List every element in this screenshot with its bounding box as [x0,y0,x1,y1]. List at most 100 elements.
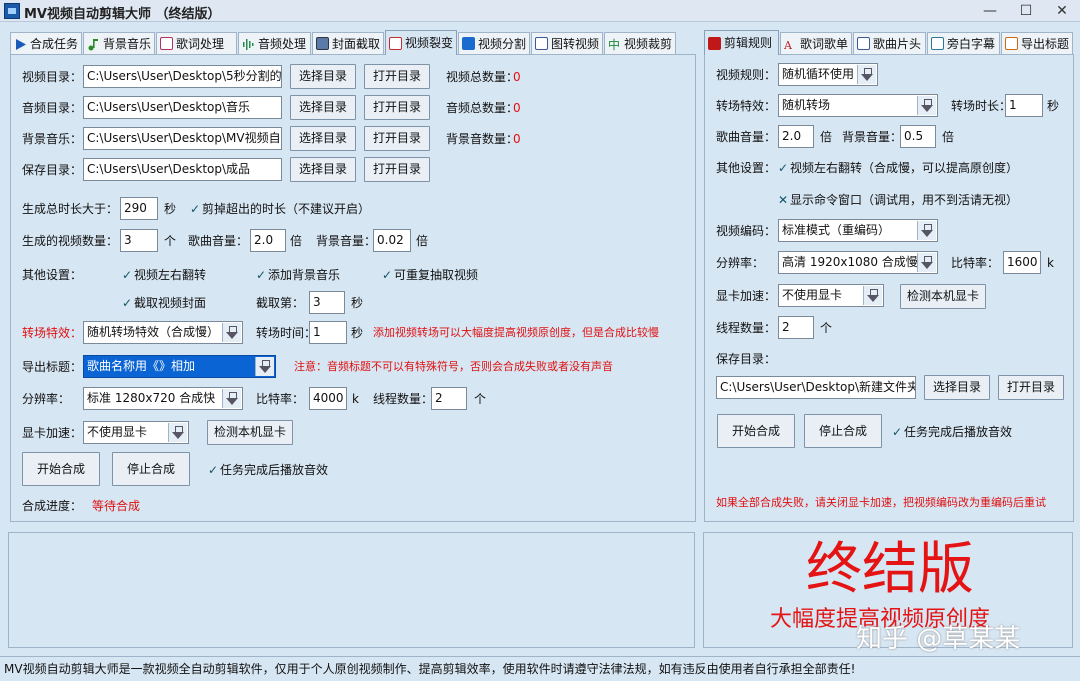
document-icon [931,37,944,50]
flip-checkbox[interactable]: ✓ 视频左右翻转 [122,267,206,283]
right-sound-on-done-checkbox[interactable]: ✓ 任务完成后播放音效 [892,424,1012,440]
save-dir-open-button[interactable]: 打开目录 [364,157,430,182]
tab-edit-rules[interactable]: 剪辑规则 [704,30,779,55]
cut-frame-unit: 秒 [351,296,364,310]
bg-music-open-button[interactable]: 打开目录 [364,126,430,151]
crop-icon: 中 [608,37,621,52]
tab-video-crop[interactable]: 中视频裁剪 [604,32,676,54]
bg-music-label: 背景音乐： [22,132,83,146]
right-transition-select[interactable]: 随机转场 [778,94,938,117]
stop-merge-button[interactable]: 停止合成 [112,452,190,486]
detect-gpu-button[interactable]: 检测本机显卡 [207,420,293,445]
right-detect-gpu-button[interactable]: 检测本机显卡 [900,284,986,309]
tab-cover[interactable]: 封面截取 [312,32,384,54]
video-rule-select[interactable]: 随机循环使用 [778,63,878,86]
threads-input[interactable]: 2 [431,387,467,410]
sound-on-done-checkbox[interactable]: ✓ 任务完成后播放音效 [208,462,328,478]
repeat-extract-checkbox[interactable]: ✓ 可重复抽取视频 [382,267,478,283]
save-dir-input[interactable]: C:\Users\User\Desktop\成品 [83,158,282,181]
tab-image-to-video[interactable]: 图转视频 [531,32,603,54]
cover-checkbox[interactable]: ✓ 截取视频封面 [122,295,206,311]
right-select-dir-button[interactable]: 选择目录 [924,375,990,400]
audio-dir-open-button[interactable]: 打开目录 [364,95,430,120]
transition-note: 添加视频转场可以大幅度提高视频原创度，但是合成比较慢 [373,326,659,339]
chart-icon [857,37,870,50]
bg-music-dir-input[interactable]: C:\Users\User\Desktop\MV视频自动 [83,127,282,150]
bitrate-input[interactable]: 4000 [309,387,347,410]
transition-length-input[interactable]: 1 [1005,94,1043,117]
title-note: 注意：音频标题不可以有特殊符号，否则会合成失败或者没有声音 [294,360,613,373]
tab-merge-task[interactable]: 合成任务 [10,32,82,54]
check-icon: ✓ [256,268,267,282]
video-count-input[interactable]: 3 [120,229,158,252]
cut-frame-label: 截取第： [256,296,305,310]
duration-label: 生成总时长大于： [22,202,119,216]
transition-length-unit: 秒 [1047,99,1060,113]
bg-volume-input[interactable]: 0.02 [373,229,411,252]
right-start-button[interactable]: 开始合成 [717,414,795,448]
film-icon [462,37,475,50]
transition-time-input[interactable]: 1 [309,321,347,344]
duration-input[interactable]: 290 [120,197,158,220]
encode-label: 视频编码： [716,224,777,238]
audio-dir-input[interactable]: C:\Users\User\Desktop\音乐 [83,96,282,119]
song-volume-unit: 倍 [290,234,303,248]
save-dir-label: 保存目录： [22,163,83,177]
tab-song-intro[interactable]: 歌曲片头 [853,32,926,54]
right-bg-volume-input[interactable]: 0.5 [900,125,936,148]
right-flip-checkbox[interactable]: ✓ 视频左右翻转（合成慢，可以提高原创度） [778,160,1018,176]
minimize-button[interactable]: — [972,0,1008,22]
video-dir-input[interactable]: C:\Users\User\Desktop\5秒分割的视 [83,65,282,88]
film-strip-icon [708,36,721,50]
video-dir-label: 视频目录： [22,70,83,84]
other-settings-label: 其他设置： [22,268,83,282]
save-dir-select-button[interactable]: 选择目录 [290,157,356,182]
tab-narration[interactable]: 旁白字幕 [927,32,1000,54]
audio-dir-select-button[interactable]: 选择目录 [290,95,356,120]
tab-lyrics[interactable]: 歌词处理 [156,32,237,54]
export-title-select[interactable]: 歌曲名称用《》相加 [83,355,276,378]
copy-icon [389,36,402,50]
add-bg-music-checkbox[interactable]: ✓ 添加背景音乐 [256,267,340,283]
trim-excess-checkbox[interactable]: ✓ 剪掉超出的时长（不建议开启） [190,201,370,217]
right-open-dir-button[interactable]: 打开目录 [998,375,1064,400]
tab-lyric-list[interactable]: A 歌词歌单 [780,32,852,54]
song-volume-input[interactable]: 2.0 [250,229,286,252]
log-area[interactable] [8,532,695,648]
tab-video-fission[interactable]: 视频裂变 [385,30,457,55]
tab-video-split[interactable]: 视频分割 [458,32,530,54]
right-bitrate-unit: k [1047,256,1054,270]
tab-audio[interactable]: 音频处理 [238,32,311,54]
right-save-label: 保存目录： [716,352,777,366]
tab-export-title[interactable]: 导出标题 [1001,32,1073,54]
encode-select[interactable]: 标准模式（重编码） [778,219,938,242]
dropdown-arrow-icon [917,221,936,240]
left-tab-bar: 合成任务 背景音乐 歌词处理 音频处理 封面截取 视频裂变 视频分割 图转视频 … [10,30,696,55]
right-bitrate-input[interactable]: 1600 [1003,251,1041,274]
song-volume-label: 歌曲音量： [188,234,249,248]
cut-frame-input[interactable]: 3 [309,291,345,314]
right-threads-input[interactable]: 2 [778,316,814,339]
tab-bg-music[interactable]: 背景音乐 [83,32,155,54]
start-merge-button[interactable]: 开始合成 [22,452,100,486]
right-song-volume-input[interactable]: 2.0 [778,125,814,148]
video-dir-open-button[interactable]: 打开目录 [364,64,430,89]
video-dir-select-button[interactable]: 选择目录 [290,64,356,89]
threads-label: 线程数量： [373,392,434,406]
right-gpu-select[interactable]: 不使用显卡 [778,284,884,307]
check-icon: ✓ [208,463,219,477]
app-icon [4,3,20,19]
right-stop-button[interactable]: 停止合成 [804,414,882,448]
audio-total-label: 音频总数量： [446,101,519,115]
right-save-dir-input[interactable]: C:\Users\User\Desktop\新建文件夹 ( [716,376,916,399]
transition-select[interactable]: 随机转场特效（合成慢） [83,321,243,344]
show-cmd-checkbox[interactable]: ✕ 显示命令窗口（调试用，用不到活请无视） [778,192,1018,208]
right-resolution-select[interactable]: 高清 1920x1080 合成慢 [778,251,938,274]
resolution-select[interactable]: 标准 1280x720 合成快 [83,387,243,410]
bg-music-select-button[interactable]: 选择目录 [290,126,356,151]
check-icon: ✓ [778,161,789,175]
gpu-select[interactable]: 不使用显卡 [83,421,189,444]
maximize-button[interactable]: ☐ [1008,0,1044,22]
threads-unit: 个 [474,392,487,406]
close-button[interactable]: ✕ [1044,0,1080,22]
